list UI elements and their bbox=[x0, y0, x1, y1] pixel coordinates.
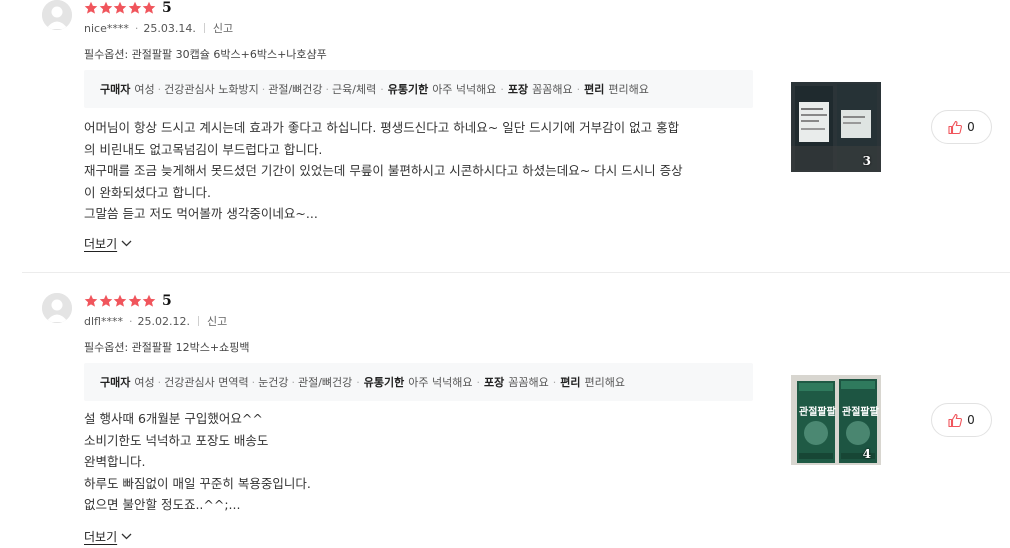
tag-label: 구매자 bbox=[100, 83, 131, 96]
review-meta: dlfl**** · 25.02.12. 신고 bbox=[84, 313, 227, 329]
star-icon bbox=[128, 1, 141, 14]
star-icon bbox=[99, 1, 112, 14]
user-avatar-icon bbox=[42, 0, 72, 30]
chevron-down-icon bbox=[121, 533, 132, 540]
purchase-option: 필수옵션: 관절팔팔 12박스+쇼핑백 bbox=[84, 341, 250, 354]
star-icon bbox=[113, 294, 127, 307]
tag-value: 건강관심사 노화방지 bbox=[155, 81, 259, 97]
username: dlfl**** bbox=[84, 314, 123, 328]
review-body: 어머님이 항상 드시고 계시는데 효과가 좋다고 하십니다. 평생드신다고 하네… bbox=[84, 120, 683, 221]
tag-label: 유통기한 bbox=[363, 376, 405, 389]
tag-value: 건강관심사 면역력 bbox=[155, 374, 248, 390]
tag-value: 꼼꼼해요 bbox=[508, 376, 549, 389]
separator: · bbox=[134, 21, 139, 35]
star-icon bbox=[142, 294, 156, 307]
tag-label: 유통기한 bbox=[387, 83, 429, 96]
review-photo[interactable]: 관절팔팔 관절팔팔 4 bbox=[791, 375, 881, 465]
tag-value: 눈건강 bbox=[249, 374, 288, 390]
tag-value: 꼼꼼해요 bbox=[532, 83, 573, 96]
star-icon bbox=[113, 1, 127, 14]
photo-label-right: 관절팔팔 bbox=[842, 407, 879, 418]
photo-count: 4 bbox=[862, 447, 871, 461]
star-icon bbox=[142, 1, 156, 14]
star-icon bbox=[84, 1, 98, 14]
review-date: 25.03.14. bbox=[143, 21, 196, 35]
divider bbox=[197, 316, 199, 326]
user-avatar-icon bbox=[42, 293, 72, 323]
like-count: 0 bbox=[967, 413, 975, 427]
review-meta: nice**** · 25.03.14. 신고 bbox=[84, 20, 233, 36]
tag-label: 포장 bbox=[483, 376, 505, 389]
tag-label: 편리 bbox=[560, 376, 581, 389]
purchase-option: 필수옵션: 관절팔팔 30캡슐 6박스+6박스+나호샴푸 bbox=[84, 48, 327, 61]
tag-value: 여성 bbox=[134, 376, 155, 389]
tag-label: 구매자 bbox=[100, 376, 131, 389]
review-divider bbox=[22, 272, 1010, 273]
more-button[interactable]: 더보기 bbox=[84, 528, 132, 545]
report-button[interactable]: 신고 bbox=[213, 20, 233, 36]
more-label: 더보기 bbox=[84, 237, 118, 251]
tag-value: 편리해요 bbox=[608, 83, 649, 96]
review-body: 설 행사때 6개월분 구입했어요^^ 소비기한도 넉넉하고 포장도 배송도 완벽… bbox=[84, 411, 311, 512]
tag-value: 아주 넉넉해요 bbox=[432, 83, 497, 96]
rating-value: 5 bbox=[162, 0, 172, 16]
more-label: 더보기 bbox=[84, 530, 118, 544]
tag-value: 여성 bbox=[134, 83, 155, 96]
review-tags: 구매자 여성 건강관심사 면역력 눈건강 관절/뼈건강 ·유통기한아주 넉넉해요… bbox=[84, 363, 753, 401]
star-icon bbox=[128, 294, 141, 307]
tag-value: 아주 넉넉해요 bbox=[408, 376, 473, 389]
tag-value: 관절/뼈건강 bbox=[288, 374, 352, 390]
like-button[interactable]: 0 bbox=[931, 403, 992, 437]
rating-value: 5 bbox=[162, 293, 172, 309]
report-button[interactable]: 신고 bbox=[207, 313, 227, 329]
tag-value: 관절/뼈건강 bbox=[259, 81, 322, 97]
username: nice**** bbox=[84, 21, 129, 35]
review-date: 25.02.12. bbox=[137, 314, 190, 328]
photo-count: 3 bbox=[862, 154, 871, 168]
chevron-down-icon bbox=[121, 240, 132, 247]
tag-value: 근육/체력 bbox=[323, 81, 376, 97]
star-icon bbox=[84, 294, 98, 307]
star-rating bbox=[84, 293, 157, 309]
star-rating bbox=[84, 0, 157, 16]
tag-label: 포장 bbox=[507, 83, 529, 96]
star-icon bbox=[99, 294, 112, 307]
separator: · bbox=[128, 314, 133, 328]
tag-label: 편리 bbox=[584, 83, 605, 96]
tag-value: 편리해요 bbox=[584, 376, 625, 389]
review-tags: 구매자 여성 건강관심사 노화방지 관절/뼈건강 근육/체력 ·유통기한아주 넉… bbox=[84, 70, 753, 108]
thumbs-up-icon bbox=[948, 120, 963, 134]
like-button[interactable]: 0 bbox=[931, 110, 992, 144]
more-button[interactable]: 더보기 bbox=[84, 235, 132, 252]
review-photo[interactable]: 3 bbox=[791, 82, 881, 172]
photo-label-left: 관절팔팔 bbox=[799, 407, 836, 418]
review-item: 5 nice**** · 25.03.14. 신고 필수옵션: 관절팔팔 30캡… bbox=[0, 0, 1010, 272]
like-count: 0 bbox=[967, 120, 975, 134]
review-item: 5 dlfl**** · 25.02.12. 신고 필수옵션: 관절팔팔 12박… bbox=[0, 290, 1010, 548]
thumbs-up-icon bbox=[948, 413, 963, 427]
divider bbox=[203, 23, 205, 33]
